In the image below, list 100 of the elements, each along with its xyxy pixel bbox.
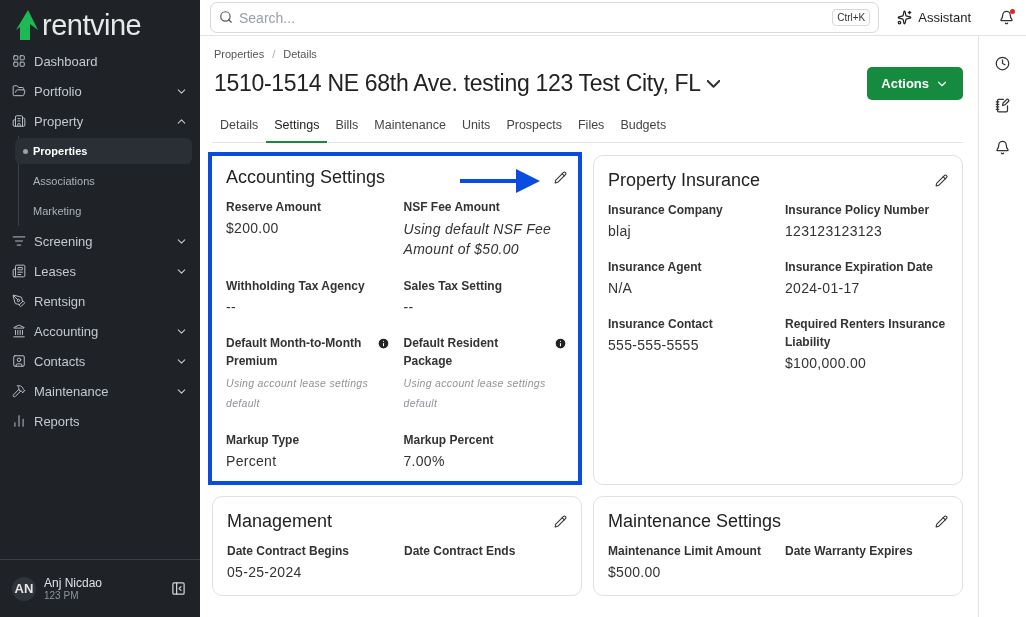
contact-card-icon (12, 354, 26, 368)
field-label: Withholding Tax Agency (226, 278, 365, 295)
nav-item[interactable]: Property (8, 106, 192, 136)
field-value: blaj (608, 222, 632, 240)
field-value: $100,000.00 (785, 354, 868, 372)
field-label: Maintenance Limit Amount (608, 543, 761, 560)
field-value: N/A (608, 279, 634, 297)
nav-item[interactable]: Contacts (8, 346, 192, 376)
field-value: 2024-01-17 (785, 279, 861, 297)
field-label: Date Contract Begins (227, 543, 350, 560)
field-label: Insurance Policy Number (785, 202, 930, 219)
info-icon[interactable] (554, 337, 567, 350)
tab[interactable]: Maintenance (366, 112, 454, 143)
field-label: Default Month-to-Month Premium (226, 335, 363, 370)
alerts-button[interactable] (995, 140, 1010, 155)
info-icon[interactable] (376, 337, 390, 350)
field-label: Sales Tax Setting (403, 278, 502, 295)
nav-subitem[interactable]: Marketing (15, 198, 192, 224)
collapse-sidebar-icon[interactable] (171, 581, 186, 596)
breadcrumb-separator: / (272, 48, 276, 60)
tab[interactable]: Prospects (498, 112, 570, 143)
card-title: Accounting Settings (226, 167, 386, 188)
nav-subitem[interactable]: Associations (15, 168, 192, 194)
notes-button[interactable] (995, 98, 1010, 113)
actions-button[interactable]: Actions (867, 67, 963, 100)
nav-item[interactable]: Maintenance (8, 376, 192, 406)
document-icon (12, 264, 26, 278)
field-label: Insurance Company (608, 202, 723, 219)
logo-text: rentvine (42, 10, 142, 40)
field-value: Using account lease settings default (403, 376, 547, 411)
clock-icon (995, 56, 1010, 71)
nav-item[interactable]: Dashboard (8, 46, 192, 76)
bell-icon (999, 10, 1014, 25)
field-value: 123123123123 (785, 222, 884, 240)
field-label: NSF Fee Amount (403, 199, 500, 216)
chevron-down-icon (706, 79, 720, 88)
field-value: $500.00 (608, 563, 662, 581)
assistant-button[interactable]: Assistant (893, 10, 975, 25)
pencil-icon (554, 515, 567, 528)
pen-nib-icon (12, 294, 26, 308)
notifications-button[interactable] (997, 8, 1016, 27)
nav-item[interactable]: Leases (8, 256, 192, 286)
bell-icon (995, 140, 1010, 155)
nav-item[interactable]: Accounting (8, 316, 192, 346)
bar-chart-icon (12, 414, 26, 428)
field-value: Percent (226, 452, 278, 470)
edit-button[interactable] (554, 171, 567, 184)
field-value: -- (226, 298, 237, 316)
card-title: Property Insurance (608, 170, 761, 191)
nav-item[interactable]: Screening (8, 226, 192, 256)
hammer-icon (12, 384, 26, 398)
nav-item[interactable]: Portfolio (8, 76, 192, 106)
edit-button[interactable] (935, 515, 948, 528)
page-title: 1510-1514 NE 68th Ave. testing 123 Test City, FL (213, 70, 701, 97)
tab[interactable]: Bills (327, 112, 367, 143)
bank-icon (12, 324, 26, 338)
field-value: 7.00% (403, 452, 446, 470)
user-role: 123 PM (44, 590, 80, 601)
card-title: Management (227, 511, 333, 532)
field-value: Using default NSF Fee Amount of $50.00 (403, 220, 553, 259)
field-value: $200.00 (226, 219, 280, 237)
shortcut-hint: Ctrl+K (832, 9, 871, 26)
field-label: Default Resident Package (403, 335, 500, 370)
tab[interactable]: Settings (266, 112, 328, 143)
nav-item[interactable]: Rentsign (8, 286, 192, 316)
field-value: 555-555-5555 (608, 336, 700, 354)
tab[interactable]: Units (453, 112, 499, 143)
card-title: Maintenance Settings (608, 511, 782, 532)
field-label: Required Renters Insurance Liability (785, 316, 947, 351)
field-label: Markup Percent (403, 432, 494, 449)
edit-button[interactable] (935, 174, 948, 187)
field-value: Using account lease settings default (226, 376, 370, 411)
field-label: Date Warranty Expires (785, 543, 913, 560)
tab[interactable]: Details (212, 112, 267, 143)
pencil-icon (554, 171, 567, 184)
nav-item[interactable]: Reports (8, 406, 192, 436)
field-label: Insurance Expiration Date (785, 259, 934, 276)
field-label: Reserve Amount (226, 199, 321, 216)
tab[interactable]: Budgets (612, 112, 675, 143)
history-button[interactable] (995, 56, 1010, 71)
tab[interactable]: Files (569, 112, 613, 143)
user-avatar[interactable]: AN (12, 576, 36, 601)
building-icon (12, 114, 26, 128)
user-name: Anj Nicdao (44, 576, 104, 590)
pencil-icon (935, 515, 948, 528)
search-icon (219, 10, 233, 24)
nav-subitem[interactable]: Properties (15, 138, 192, 164)
grid-icon (12, 54, 26, 68)
breadcrumb-link[interactable]: Properties (214, 48, 265, 60)
field-label: Date Contract Ends (404, 543, 516, 560)
notebook-icon (995, 98, 1010, 113)
logo-mark-icon (16, 10, 38, 40)
field-label: Insurance Agent (608, 259, 702, 276)
breadcrumb-link[interactable]: Details (283, 48, 317, 60)
edit-button[interactable] (554, 515, 567, 528)
list-search-icon (12, 234, 26, 248)
title-dropdown-button[interactable] (706, 79, 720, 88)
field-label: Markup Type (226, 432, 300, 449)
field-label: Insurance Contact (608, 316, 713, 333)
folder-icon (12, 84, 26, 98)
